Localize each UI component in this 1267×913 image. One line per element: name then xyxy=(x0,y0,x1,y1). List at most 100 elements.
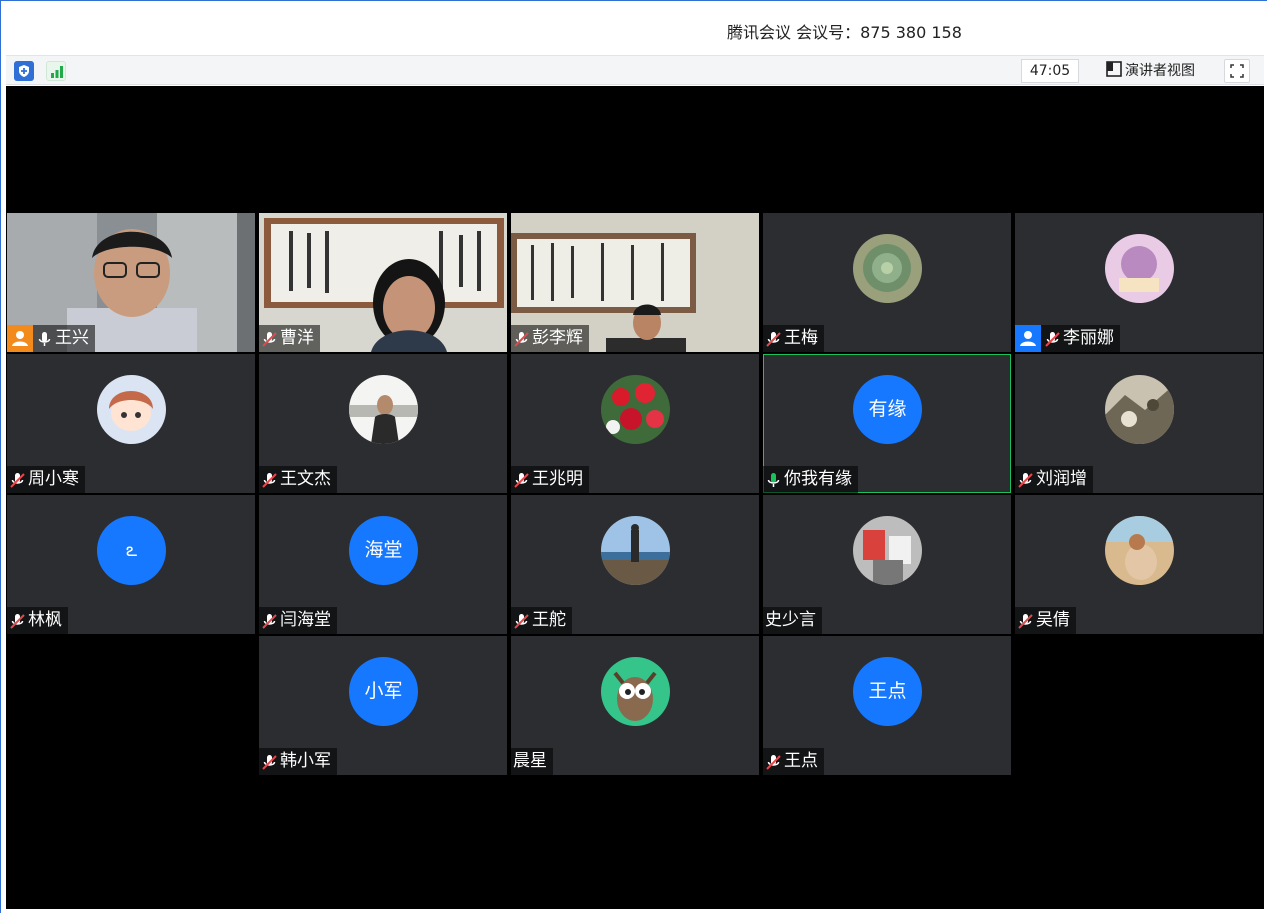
participant-name-bar: 史少言 xyxy=(763,607,822,634)
mic-muted-icon xyxy=(9,612,26,629)
participant-name: 周小寒 xyxy=(28,469,79,489)
mic-muted-icon xyxy=(261,471,278,488)
participant-name: 吴倩 xyxy=(1036,610,1070,630)
participant-tile[interactable]: 王兴 xyxy=(7,213,255,352)
participant-name: 王梅 xyxy=(784,328,818,348)
participant-tile[interactable]: 曹洋 xyxy=(259,213,507,352)
participant-avatar xyxy=(853,516,922,585)
participant-name: 王点 xyxy=(784,751,818,771)
participant-avatar xyxy=(1105,516,1174,585)
participant-avatar xyxy=(97,375,166,444)
fullscreen-icon xyxy=(1230,64,1244,78)
speaker-view-label: 演讲者视图 xyxy=(1125,63,1195,79)
mic-on-icon xyxy=(36,330,53,347)
participant-name: 闫海堂 xyxy=(280,610,331,630)
speaker-view-button[interactable]: 演讲者视图 xyxy=(1098,59,1203,83)
participant-name: 王兴 xyxy=(55,328,89,348)
participant-tile[interactable]: 彭李辉 xyxy=(511,213,759,352)
participant-name-bar: 王舵 xyxy=(511,607,572,634)
participant-tile[interactable]: 王文杰 xyxy=(259,354,507,493)
participant-name: 王舵 xyxy=(532,610,566,630)
shield-icon[interactable] xyxy=(14,61,34,81)
participant-tile[interactable]: 李丽娜 xyxy=(1015,213,1263,352)
fullscreen-button[interactable] xyxy=(1224,59,1250,83)
participant-name-bar: 彭李辉 xyxy=(511,325,589,352)
participant-tile[interactable]: ఽ 林枫 xyxy=(7,495,255,634)
signal-icon[interactable] xyxy=(46,61,66,81)
participant-avatar xyxy=(601,657,670,726)
participant-tile[interactable]: 王梅 xyxy=(763,213,1011,352)
tencent-meeting-window: 腾讯会议 会议号：875 380 158 47:05 演讲者视图 王兴 曹洋 彭… xyxy=(0,0,1267,913)
participant-name: 王兆明 xyxy=(532,469,583,489)
participant-name-bar: 韩小军 xyxy=(259,748,337,775)
mic-muted-icon xyxy=(765,753,782,770)
participant-tile[interactable]: 周小寒 xyxy=(7,354,255,493)
participant-name: 晨星 xyxy=(513,751,547,771)
mic-muted-icon xyxy=(513,330,530,347)
participant-avatar: 海堂 xyxy=(349,516,418,585)
cohost-icon xyxy=(1015,325,1041,352)
participant-tile[interactable]: 刘润增 xyxy=(1015,354,1263,493)
participant-tile[interactable]: 小军 韩小军 xyxy=(259,636,507,775)
mic-muted-icon xyxy=(513,471,530,488)
participant-avatar xyxy=(601,375,670,444)
participant-name: 刘润增 xyxy=(1036,469,1087,489)
mic-muted-icon xyxy=(1017,612,1034,629)
participant-name-bar: 曹洋 xyxy=(259,325,320,352)
participant-name-bar: 王兴 xyxy=(7,325,95,352)
participant-name: 韩小军 xyxy=(280,751,331,771)
participant-name: 史少言 xyxy=(765,610,816,630)
participant-tile[interactable]: 王舵 xyxy=(511,495,759,634)
participant-avatar xyxy=(1105,234,1174,303)
participant-avatar xyxy=(853,234,922,303)
participant-name-bar: 刘润增 xyxy=(1015,466,1093,493)
participant-name-bar: 林枫 xyxy=(7,607,68,634)
participant-name: 王文杰 xyxy=(280,469,331,489)
participant-name-bar: 闫海堂 xyxy=(259,607,337,634)
mic-muted-icon xyxy=(261,753,278,770)
participant-avatar xyxy=(601,516,670,585)
mic-speaking-icon xyxy=(765,471,782,488)
mic-muted-icon xyxy=(261,612,278,629)
mic-muted-icon xyxy=(1017,471,1034,488)
participant-avatar: 王点 xyxy=(853,657,922,726)
participant-name-bar: 王兆明 xyxy=(511,466,589,493)
participant-avatar: 小军 xyxy=(349,657,418,726)
mic-muted-icon xyxy=(765,330,782,347)
mic-muted-icon xyxy=(513,612,530,629)
participant-name-bar: 李丽娜 xyxy=(1015,325,1120,352)
mic-muted-icon xyxy=(261,330,278,347)
participant-avatar: 有缘 xyxy=(853,375,922,444)
meeting-timer: 47:05 xyxy=(1021,59,1079,83)
host-icon xyxy=(7,325,33,352)
participant-name-bar: 王文杰 xyxy=(259,466,337,493)
participant-tile[interactable]: 晨星 xyxy=(511,636,759,775)
participant-tile[interactable]: 吴倩 xyxy=(1015,495,1263,634)
participant-name: 彭李辉 xyxy=(532,328,583,348)
layout-icon xyxy=(1106,61,1122,77)
participant-name-bar: 周小寒 xyxy=(7,466,85,493)
video-gallery: 王兴 曹洋 彭李辉 王梅 李丽娜 周小寒 王文杰 王兆明 有缘 你我有缘 刘润增… xyxy=(6,86,1264,909)
participant-avatar: ఽ xyxy=(97,516,166,585)
participant-tile[interactable]: 史少言 xyxy=(763,495,1011,634)
meeting-title: 腾讯会议 会议号：875 380 158 xyxy=(727,23,962,42)
participant-name-bar: 王梅 xyxy=(763,325,824,352)
participant-name: 曹洋 xyxy=(280,328,314,348)
participant-tile[interactable]: 海堂 闫海堂 xyxy=(259,495,507,634)
mic-muted-icon xyxy=(9,471,26,488)
participant-name-bar: 王点 xyxy=(763,748,824,775)
title-bar: 腾讯会议 会议号：875 380 158 xyxy=(1,1,1267,55)
participant-avatar xyxy=(1105,375,1174,444)
participant-tile[interactable]: 王兆明 xyxy=(511,354,759,493)
participant-tile[interactable]: 有缘 你我有缘 xyxy=(763,354,1011,493)
participant-name: 你我有缘 xyxy=(784,469,852,489)
participant-name-bar: 晨星 xyxy=(511,748,553,775)
participant-avatar xyxy=(349,375,418,444)
participant-name-bar: 你我有缘 xyxy=(763,466,858,493)
participant-name: 李丽娜 xyxy=(1063,328,1114,348)
participant-name: 林枫 xyxy=(28,610,62,630)
participant-tile[interactable]: 王点 王点 xyxy=(763,636,1011,775)
mic-muted-icon xyxy=(1044,330,1061,347)
top-toolbar: 47:05 演讲者视图 xyxy=(6,55,1264,85)
participant-name-bar: 吴倩 xyxy=(1015,607,1076,634)
